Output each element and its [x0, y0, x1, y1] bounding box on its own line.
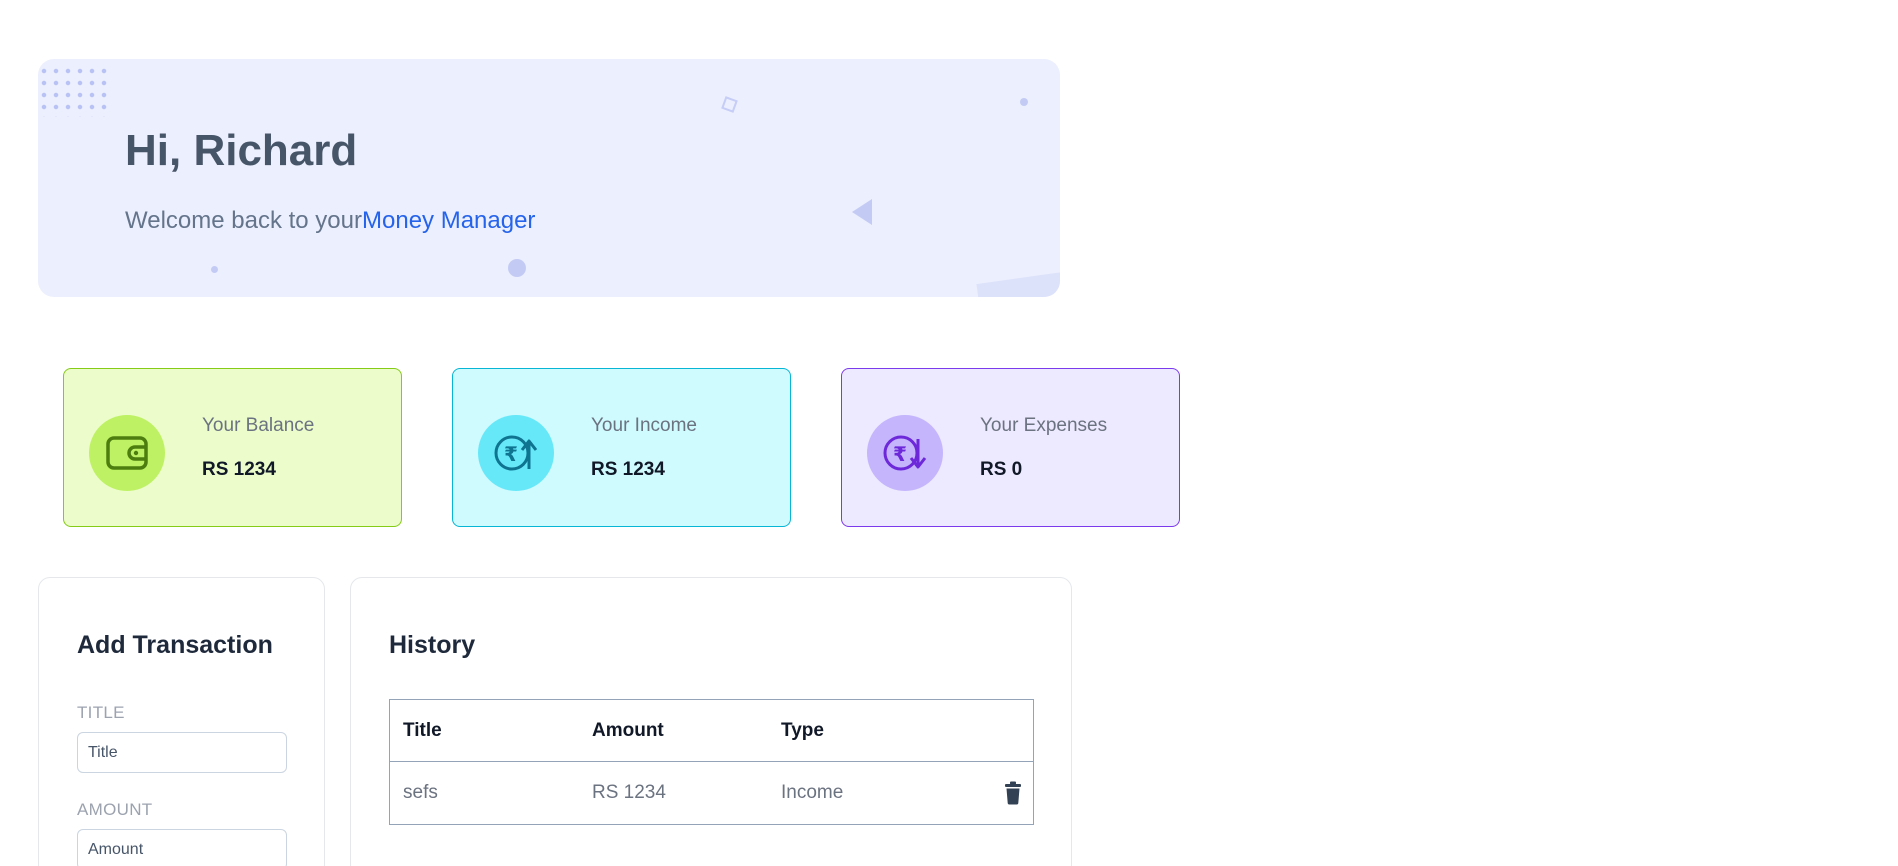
row-type: Income [781, 782, 844, 803]
balance-card: Your Balance RS 1234 [63, 368, 402, 527]
row-amount: RS 1234 [592, 782, 666, 803]
dot-pattern-decoration [38, 65, 108, 117]
income-card: ₹ Your Income RS 1234 [452, 368, 791, 527]
column-header-title: Title [403, 719, 442, 741]
income-label: Your Income [591, 415, 697, 436]
expenses-label: Your Expenses [980, 415, 1108, 436]
circle-decoration [1020, 98, 1028, 106]
square-decoration [721, 96, 738, 113]
wallet-icon [89, 415, 165, 491]
add-transaction-heading: Add Transaction [77, 631, 273, 659]
expenses-value: RS 0 [980, 459, 1023, 480]
circle-decoration [508, 259, 526, 277]
history-table: Title Amount Type sefs RS 1234 Income [389, 699, 1034, 825]
greeting-heading: Hi, Richard [125, 126, 358, 175]
history-heading: History [389, 631, 476, 659]
trash-icon[interactable] [1003, 781, 1023, 805]
history-panel: History Title Amount Type sefs RS 1234 I… [350, 577, 1072, 866]
svg-text:₹: ₹ [504, 442, 518, 466]
app-name: Money Manager [362, 207, 536, 234]
expenses-card: ₹ Your Expenses RS 0 [841, 368, 1180, 527]
add-transaction-panel: Add Transaction TITLE AMOUNT [38, 577, 325, 866]
balance-value: RS 1234 [202, 459, 276, 480]
amount-input[interactable] [77, 829, 287, 866]
svg-text:₹: ₹ [893, 442, 907, 466]
row-title: sefs [403, 782, 438, 803]
wedge-decoration [976, 270, 1060, 297]
balance-label: Your Balance [202, 415, 315, 436]
income-value: RS 1234 [591, 459, 665, 480]
title-label: TITLE [77, 703, 125, 722]
triangle-decoration [852, 199, 872, 225]
welcome-banner: Hi, Richard Welcome back to yourMoney Ma… [38, 59, 1060, 297]
title-input[interactable] [77, 732, 287, 773]
table-header-row: Title Amount Type [390, 700, 1033, 762]
column-header-amount: Amount [592, 719, 664, 741]
rupee-down-icon: ₹ [867, 415, 943, 491]
rupee-up-icon: ₹ [478, 415, 554, 491]
table-row: sefs RS 1234 Income [390, 762, 1033, 824]
circle-decoration [211, 266, 218, 273]
welcome-prefix: Welcome back to your [125, 207, 362, 234]
column-header-type: Type [781, 719, 824, 741]
amount-label: AMOUNT [77, 800, 153, 819]
welcome-text: Welcome back to yourMoney Manager [125, 207, 535, 235]
